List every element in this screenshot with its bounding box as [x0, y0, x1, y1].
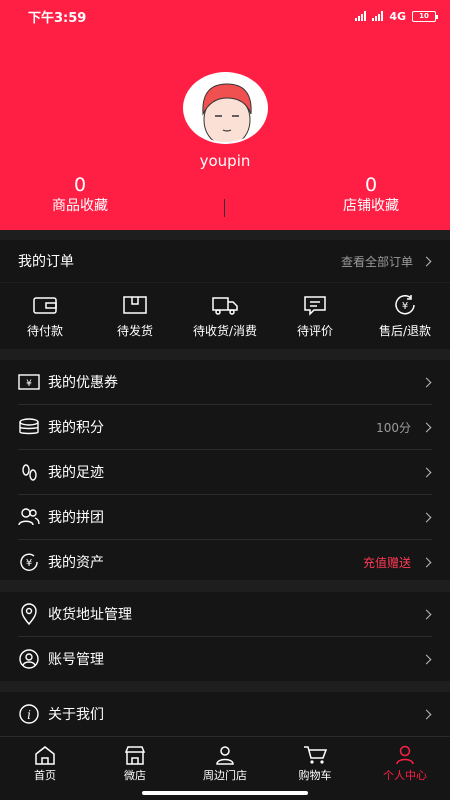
store-favorites-label: 店铺收藏: [343, 198, 399, 214]
chevron-right-icon: [421, 609, 432, 619]
view-all-orders-link[interactable]: 查看全部订单: [341, 253, 413, 270]
status-time: 下午3:59: [28, 10, 87, 26]
menu-coupons-label: 我的优惠券: [48, 375, 118, 391]
order-after-sales-label: 售后/退款: [378, 323, 432, 338]
wallet-icon: [33, 296, 57, 314]
home-indicator[interactable]: [142, 791, 308, 795]
orders-title: 我的订单: [18, 254, 74, 270]
menu-assets[interactable]: ¥ 我的资产 充值赠送: [0, 540, 450, 584]
menu-footprints-label: 我的足迹: [48, 465, 104, 481]
store-favorites-count: 0: [364, 174, 378, 196]
info-icon: i: [18, 703, 40, 725]
tab-personal-center[interactable]: 个人中心: [360, 737, 450, 800]
menu-about-label: 关于我们: [48, 707, 104, 723]
avatar[interactable]: [183, 72, 268, 144]
tab-home-label: 首页: [34, 769, 56, 782]
store-favorites[interactable]: 0 店铺收藏: [330, 174, 412, 216]
order-pending-payment[interactable]: 待付款: [0, 283, 90, 349]
menu-address[interactable]: 收货地址管理: [0, 592, 450, 636]
battery-level: 10: [419, 12, 429, 20]
battery-icon: 10: [412, 10, 438, 22]
order-pending-payment-label: 待付款: [26, 323, 63, 338]
orders-header: 我的订单 查看全部订单: [0, 240, 450, 282]
menu-coupons[interactable]: ¥ 我的优惠券: [0, 360, 450, 404]
points-value: 100分: [376, 420, 411, 435]
recharge-promo: 充值赠送: [362, 555, 411, 570]
signal-icon-2: [372, 11, 384, 21]
tab-home[interactable]: 首页: [0, 737, 90, 800]
menu-points-label: 我的积分: [48, 420, 104, 436]
svg-text:¥: ¥: [402, 301, 408, 312]
order-pending-review-label: 待评价: [296, 323, 333, 338]
menu-address-label: 收货地址管理: [48, 607, 132, 623]
group-icon: [18, 506, 40, 528]
chevron-right-icon: [421, 654, 432, 664]
order-pending-receipt-label: 待收货/消费: [192, 323, 258, 338]
menu-account-label: 账号管理: [48, 652, 104, 668]
cart-icon: [304, 746, 327, 764]
chevron-right-icon: [421, 709, 432, 719]
chevron-right-icon: [421, 512, 432, 522]
tab-micro-store-label: 微店: [124, 769, 146, 782]
product-favorites-label: 商品收藏: [52, 198, 108, 214]
order-after-sales[interactable]: ¥ 售后/退款: [360, 283, 450, 349]
order-status-grid: 待付款 待发货 待收货/消费 待评价 ¥ 售后/退款: [0, 283, 450, 349]
order-pending-review[interactable]: 待评价: [270, 283, 360, 349]
network-type: 4G: [389, 9, 406, 23]
chevron-right-icon: [421, 422, 432, 432]
chevron-right-icon: [421, 467, 432, 477]
menu-group-buy[interactable]: 我的拼团: [0, 495, 450, 539]
refund-icon: ¥: [395, 294, 415, 314]
svg-text:i: i: [27, 708, 31, 722]
footprint-icon: [18, 461, 40, 483]
truck-icon: [212, 296, 238, 315]
tab-cart-label: 购物车: [298, 769, 332, 782]
location-icon: [18, 603, 40, 625]
menu-account[interactable]: 账号管理: [0, 637, 450, 681]
chevron-right-icon[interactable]: [421, 256, 432, 266]
account-icon: [18, 648, 40, 670]
person-icon: [396, 745, 414, 765]
coupon-icon: ¥: [18, 371, 40, 393]
tab-personal-center-label: 个人中心: [383, 769, 427, 782]
profile-header: 下午3:59 4G 10 youpin 0 商品收藏 0 店铺收藏: [0, 0, 450, 230]
menu-points[interactable]: 我的积分 100分: [0, 405, 450, 449]
menu-assets-label: 我的资产: [48, 555, 104, 571]
product-favorites-count: 0: [73, 174, 87, 196]
username: youpin: [199, 152, 251, 170]
svg-text:¥: ¥: [26, 379, 32, 389]
assets-icon: ¥: [18, 551, 40, 573]
order-pending-shipment[interactable]: 待发货: [90, 283, 180, 349]
home-icon: [35, 746, 55, 765]
menu-group-2: 收货地址管理 账号管理: [0, 592, 450, 681]
menu-group-buy-label: 我的拼团: [48, 510, 104, 526]
signal-icon: [355, 11, 367, 21]
menu-group-3: i 关于我们: [0, 692, 450, 736]
tab-nearby-stores-label: 周边门店: [203, 769, 247, 782]
menu-footprints[interactable]: 我的足迹: [0, 450, 450, 494]
comment-icon: [304, 295, 326, 316]
nearby-store-icon: [216, 746, 234, 765]
status-bar: 下午3:59 4G 10: [0, 0, 450, 32]
chevron-right-icon: [421, 557, 432, 567]
product-favorites[interactable]: 0 商品收藏: [40, 174, 120, 216]
svg-text:¥: ¥: [26, 558, 32, 569]
menu-about[interactable]: i 关于我们: [0, 692, 450, 736]
order-pending-shipment-label: 待发货: [116, 323, 153, 338]
menu-group-1: ¥ 我的优惠券 我的积分 100分 我的足迹 我的拼团 ¥ 我的资产 充值赠送: [0, 360, 450, 580]
store-icon: [124, 746, 146, 765]
chevron-right-icon: [421, 377, 432, 387]
stats-divider: [224, 199, 225, 217]
order-pending-receipt[interactable]: 待收货/消费: [180, 283, 270, 349]
coins-icon: [18, 416, 40, 438]
package-icon: [123, 295, 147, 314]
